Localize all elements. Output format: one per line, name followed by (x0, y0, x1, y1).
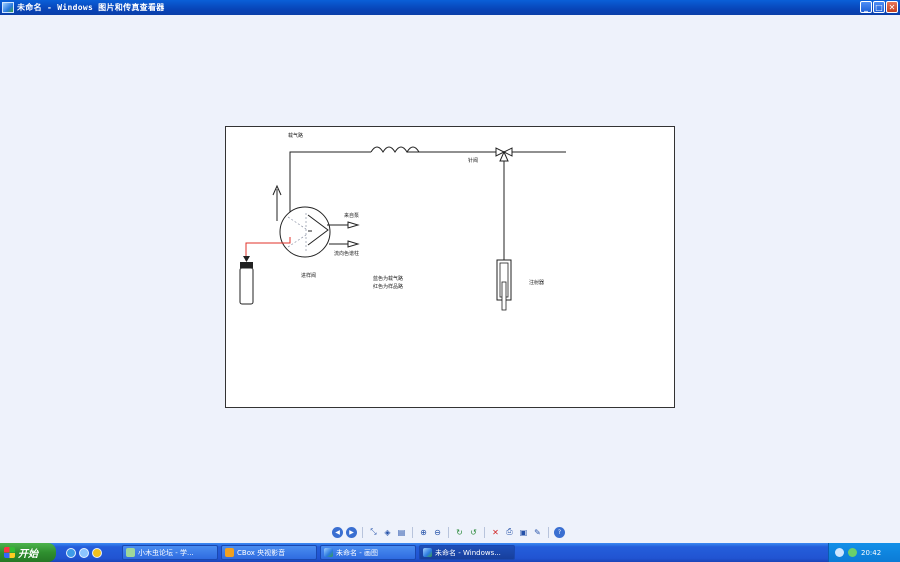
task-label: 小木虫论坛 - 学... (138, 548, 194, 557)
clock[interactable]: 20:42 (861, 549, 881, 557)
slideshow-button[interactable]: ▤ (396, 527, 407, 538)
zoom-in-button[interactable]: ⊕ (418, 527, 429, 538)
gas-path-label: 载气路 (288, 133, 304, 139)
to-column-arrow-icon (347, 240, 360, 248)
rotate-counterclockwise-button[interactable]: ↺ (468, 527, 479, 538)
valve-label: 进样阀 (301, 273, 317, 279)
vial-cap (240, 262, 253, 268)
task-cbox[interactable]: CBox 央视影音 (221, 545, 317, 560)
best-fit-button[interactable]: ⤡ (368, 527, 379, 538)
start-label: 开始 (18, 549, 38, 560)
close-button[interactable]: ✕ (886, 1, 898, 13)
window-controls: _ □ ✕ (860, 1, 898, 13)
from-pump-arrow-icon (347, 221, 360, 229)
coil (370, 146, 420, 153)
help-button[interactable]: ? (554, 526, 565, 538)
injection-valve-body (279, 206, 331, 258)
paint-icon (324, 548, 333, 557)
show-desktop-icon[interactable] (79, 547, 89, 558)
toolbar-divider (548, 526, 549, 538)
internet-explorer-icon[interactable] (66, 547, 76, 558)
toolbar-divider (448, 526, 449, 538)
actual-size-button[interactable]: ◈ (382, 527, 393, 538)
flow-diagram (239, 146, 566, 311)
edit-button[interactable]: ✎ (532, 527, 543, 538)
to-column-label: 流向色谱柱 (334, 251, 360, 257)
viewer-toolbar: ◀ ▶ ⤡ ◈ ▤ ⊕ ⊖ ↻ ↺ ✕ ⎙ ▣ ✎ ? (332, 525, 565, 539)
task-browser[interactable]: 小木虫论坛 - 学... (122, 545, 218, 560)
task-label: CBox 央视影音 (237, 548, 286, 557)
sample-vial (239, 267, 254, 305)
legend-line-2: 红色为样品路 (373, 284, 404, 290)
media-player-icon[interactable] (92, 547, 102, 558)
save-button[interactable]: ▣ (518, 527, 529, 538)
task-buttons: 小木虫论坛 - 学... CBox 央视影音 未命名 - 画图 未命名 - Wi… (122, 545, 515, 560)
needle-valve-label: 针阀 (468, 158, 479, 164)
task-label: 未命名 - Windows... (435, 548, 501, 557)
maximize-button[interactable]: □ (873, 1, 885, 13)
task-paint[interactable]: 未命名 - 画图 (320, 545, 416, 560)
zoom-out-button[interactable]: ⊖ (432, 527, 443, 538)
windows-logo-icon (4, 547, 15, 558)
legend-line-1: 蓝色为载气路 (373, 276, 404, 282)
quick-launch (66, 547, 122, 558)
system-tray: 20:42 (828, 543, 900, 562)
syringe-label: 注射器 (529, 280, 545, 286)
taskbar: 开始 小木虫论坛 - 学... CBox 央视影音 未命名 - 画图 未命名 -… (0, 543, 900, 562)
network-icon[interactable] (848, 548, 857, 557)
previous-image-button[interactable]: ◀ (332, 526, 343, 538)
next-image-button[interactable]: ▶ (346, 526, 357, 538)
start-button[interactable]: 开始 (0, 543, 56, 562)
syringe-plunger (501, 281, 507, 311)
toolbar-divider (362, 526, 363, 538)
from-pump-label: 来自泵 (344, 213, 360, 219)
tv-icon (225, 548, 234, 557)
image-viewer-icon (423, 548, 432, 557)
toolbar-divider (484, 526, 485, 538)
delete-button[interactable]: ✕ (490, 527, 501, 538)
vial-arrow-icon (243, 256, 250, 262)
volume-icon[interactable] (835, 548, 844, 557)
window-title: 未命名 - Windows 图片和传真查看器 (17, 3, 165, 12)
task-image-viewer[interactable]: 未命名 - Windows... (419, 545, 515, 560)
image-display[interactable]: 载气路 针阀 来自泵 流向色谱柱 进样阀 蓝色为载气路 红色为样品路 注射器 (225, 126, 675, 408)
toolbar-divider (412, 526, 413, 538)
rotate-clockwise-button[interactable]: ↻ (454, 527, 465, 538)
minimize-button[interactable]: _ (860, 1, 872, 13)
task-label: 未命名 - 画图 (336, 548, 378, 557)
title-bar[interactable]: 未命名 - Windows 图片和传真查看器 _ □ ✕ (0, 0, 900, 15)
browser-icon (126, 548, 135, 557)
image-viewer-icon (2, 2, 14, 13)
print-button[interactable]: ⎙ (504, 527, 515, 538)
